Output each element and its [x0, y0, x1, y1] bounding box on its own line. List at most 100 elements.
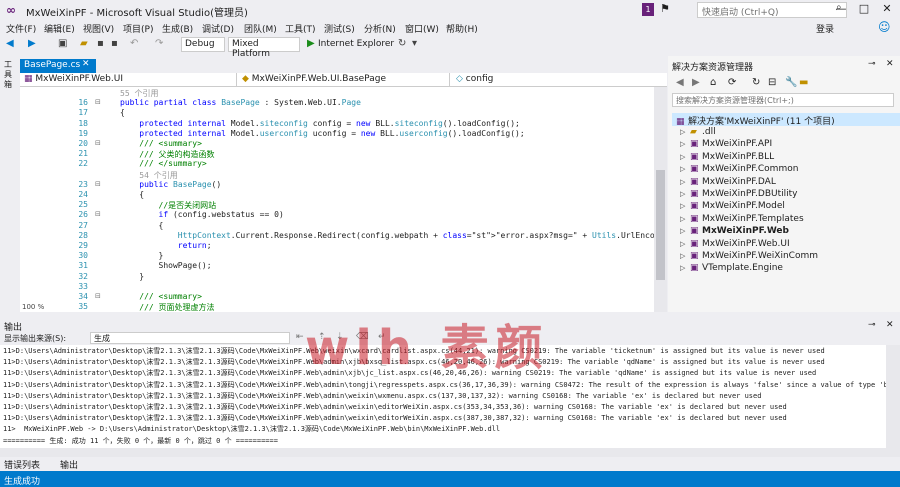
output-line: 11>D:\Users\Administrator\Desktop\沫雪2.1.… [3, 380, 886, 389]
pin-icon[interactable]: ⊸ [868, 320, 876, 330]
collapse-icon[interactable]: ⊟ [95, 180, 101, 188]
solution-node[interactable]: ▦ 解决方案'MxWeiXinPF' (11 个项目) [676, 114, 835, 127]
refresh-icon[interactable]: ↻ [398, 38, 406, 49]
solution-search-input[interactable]: 搜索解决方案资源管理器(Ctrl+;) [672, 93, 894, 107]
output-horizontal-scrollbar[interactable] [0, 448, 900, 457]
menu-project[interactable]: 项目(P) [123, 22, 153, 35]
menu-file[interactable]: 文件(F) [6, 22, 36, 35]
menu-edit[interactable]: 编辑(E) [44, 22, 75, 35]
close-icon[interactable]: ✕ [886, 59, 894, 69]
expand-icon[interactable]: ▷ [680, 153, 690, 161]
menu-view[interactable]: 视图(V) [83, 22, 114, 35]
chevron-down-icon[interactable]: ▾ [412, 38, 417, 49]
project-label: MxWeiXinPF.Templates [702, 213, 804, 224]
tab-error-list[interactable]: 错误列表 [4, 458, 40, 471]
expand-icon[interactable]: ▷ [680, 128, 690, 136]
sidebar-item-project[interactable]: ▷ ▣ MxWeiXinPF.BLL [680, 152, 774, 164]
sidebar-item-project[interactable]: ▷ ▣ MxWeiXinPF.Model [680, 201, 785, 213]
line-number: 26 [78, 210, 88, 220]
pin-icon[interactable]: ⊸ [868, 59, 876, 69]
back-icon[interactable]: ◀ [6, 38, 14, 49]
output-source-dropdown[interactable]: 生成 [90, 332, 290, 344]
expand-icon[interactable]: ▷ [680, 202, 690, 210]
sidebar-item-project[interactable]: ▷ ▣ MxWeiXinPF.DAL [680, 177, 776, 189]
find-message-icon[interactable]: ⇤ [296, 332, 304, 342]
run-browser-button[interactable]: Internet Explorer [318, 39, 394, 49]
open-folder-icon[interactable]: ▰ [80, 38, 88, 49]
undo-icon[interactable]: ↶ [130, 38, 138, 49]
sidebar-item-project[interactable]: ▷ ▣ MxWeiXinPF.WeiXinComm [680, 251, 818, 263]
menu-window[interactable]: 窗口(W) [405, 22, 439, 35]
member-dropdown[interactable]: ◇ config [454, 73, 666, 87]
zoom-level[interactable]: 100 % [20, 303, 47, 311]
sidebar-item-project[interactable]: ▷ ▣ MxWeiXinPF.Templates [680, 214, 804, 226]
collapse-all-icon[interactable]: ⊟ [768, 77, 776, 88]
configuration-dropdown[interactable]: Debug [181, 37, 225, 52]
sidebar-item-project[interactable]: ▷ ▣ MxWeiXinPF.Common [680, 164, 798, 176]
forward-icon[interactable]: ▶ [28, 38, 36, 49]
maximize-button[interactable]: □ [853, 0, 875, 18]
line-number: 30 [78, 251, 88, 261]
start-icon[interactable]: ▶ [307, 38, 315, 49]
line-number: 18 [78, 118, 88, 128]
menu-tools[interactable]: 工具(T) [285, 22, 316, 35]
menu-build[interactable]: 生成(B) [162, 22, 193, 35]
save-all-icon[interactable]: ▪ [111, 38, 118, 49]
toolbox-strip[interactable] [0, 56, 18, 312]
forward-icon[interactable]: ▶ [692, 77, 700, 88]
sidebar-item-project[interactable]: ▷ ▣ MxWeiXinPF.Web.UI [680, 239, 790, 251]
save-icon[interactable]: ▪ [97, 38, 104, 49]
feedback-smiley-icon[interactable]: ☺ [878, 20, 891, 34]
code-editor[interactable]: 55 个引用 16 public partial class BasePage : … [20, 87, 654, 312]
expand-icon[interactable]: ▷ [680, 264, 690, 272]
redo-icon[interactable]: ↷ [155, 38, 163, 49]
expand-icon[interactable]: ▷ [680, 190, 690, 198]
collapse-icon[interactable]: ⊟ [95, 210, 101, 218]
collapse-icon[interactable]: ⊟ [95, 98, 101, 106]
editor-scrollbar-thumb[interactable] [656, 170, 665, 280]
expand-icon[interactable]: ▷ [680, 140, 690, 148]
menu-analyze[interactable]: 分析(N) [364, 22, 396, 35]
sidebar-item-project[interactable]: ▷ ▣ MxWeiXinPF.API [680, 139, 772, 151]
collapse-icon[interactable]: ⊟ [95, 292, 101, 300]
back-icon[interactable]: ◀ [676, 77, 684, 88]
line-number: 28 [78, 230, 88, 240]
platform-dropdown[interactable]: Mixed Platform [228, 37, 300, 59]
menu-test[interactable]: 测试(S) [324, 22, 355, 35]
sidebar-item-project[interactable]: ▷ ▰ .dll [680, 127, 716, 139]
expand-icon[interactable]: ▷ [680, 252, 690, 260]
sync-icon[interactable]: ⟳ [728, 77, 736, 88]
toolbox-tab[interactable]: 工具箱 [4, 60, 14, 90]
preview-icon[interactable]: ▬ [799, 77, 808, 88]
minimize-button[interactable]: — [830, 0, 852, 18]
project-dropdown[interactable]: ▦ MxWeiXinPF.Web.UI [22, 73, 237, 87]
close-icon[interactable]: ✕ [886, 320, 894, 330]
notification-badge[interactable]: 1 [642, 3, 654, 16]
sidebar-item-project[interactable]: ▷ ▣ VTemplate.Engine [680, 263, 783, 275]
collapse-icon[interactable]: ⊟ [95, 139, 101, 147]
refresh-icon[interactable]: ↻ [752, 77, 760, 88]
feedback-flag-icon[interactable]: ⚑ [660, 2, 670, 15]
expand-icon[interactable]: ▷ [680, 240, 690, 248]
properties-icon[interactable]: 🔧 [785, 77, 797, 88]
sidebar-item-project[interactable]: ▷ ▣ MxWeiXinPF.DBUtility [680, 189, 797, 201]
menu-team[interactable]: 团队(M) [244, 22, 277, 35]
login-link[interactable]: 登录 [816, 22, 834, 35]
close-icon[interactable]: ✕ [82, 59, 90, 69]
expand-icon[interactable]: ▷ [680, 215, 690, 223]
class-dropdown[interactable]: ◆ MxWeiXinPF.Web.UI.BasePage [240, 73, 450, 87]
close-button[interactable]: ✕ [876, 0, 898, 18]
line-number: 23 [78, 179, 88, 189]
expand-icon[interactable]: ▷ [680, 178, 690, 186]
home-icon[interactable]: ⌂ [710, 77, 716, 88]
quick-launch-input[interactable]: 快速启动 (Ctrl+Q) [697, 2, 847, 18]
output-scrollbar[interactable] [886, 345, 900, 448]
code-line: /// </summary> [120, 159, 207, 169]
menu-help[interactable]: 帮助(H) [446, 22, 478, 35]
watermark: wlh 素颜 [305, 320, 549, 376]
menu-debug[interactable]: 调试(D) [202, 22, 234, 35]
new-project-icon[interactable]: ▣ [58, 38, 67, 49]
expand-icon[interactable]: ▷ [680, 227, 690, 235]
sidebar-item-project[interactable]: ▷ ▣ MxWeiXinPF.Web [680, 226, 789, 238]
expand-icon[interactable]: ▷ [680, 165, 690, 173]
